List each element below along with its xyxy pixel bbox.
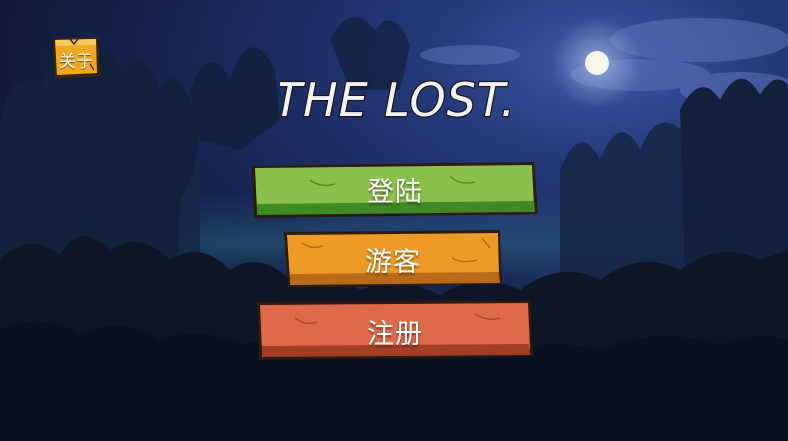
game-start-screen: 关于 THE LOST. 登陆 游客 注册 [0,0,788,441]
guest-button[interactable]: 游客 [282,228,504,290]
about-button[interactable]: 关于 [50,34,102,82]
about-button-label: 关于 [59,52,93,72]
guest-button-label: 游客 [365,247,421,278]
login-button-label: 登陆 [367,177,423,208]
game-title: THE LOST. [280,72,510,129]
login-button[interactable]: 登陆 [250,160,540,220]
register-button-label: 注册 [367,319,423,350]
moon [585,51,609,75]
game-title-text: THE LOST. [280,73,510,127]
register-button[interactable]: 注册 [255,298,535,362]
